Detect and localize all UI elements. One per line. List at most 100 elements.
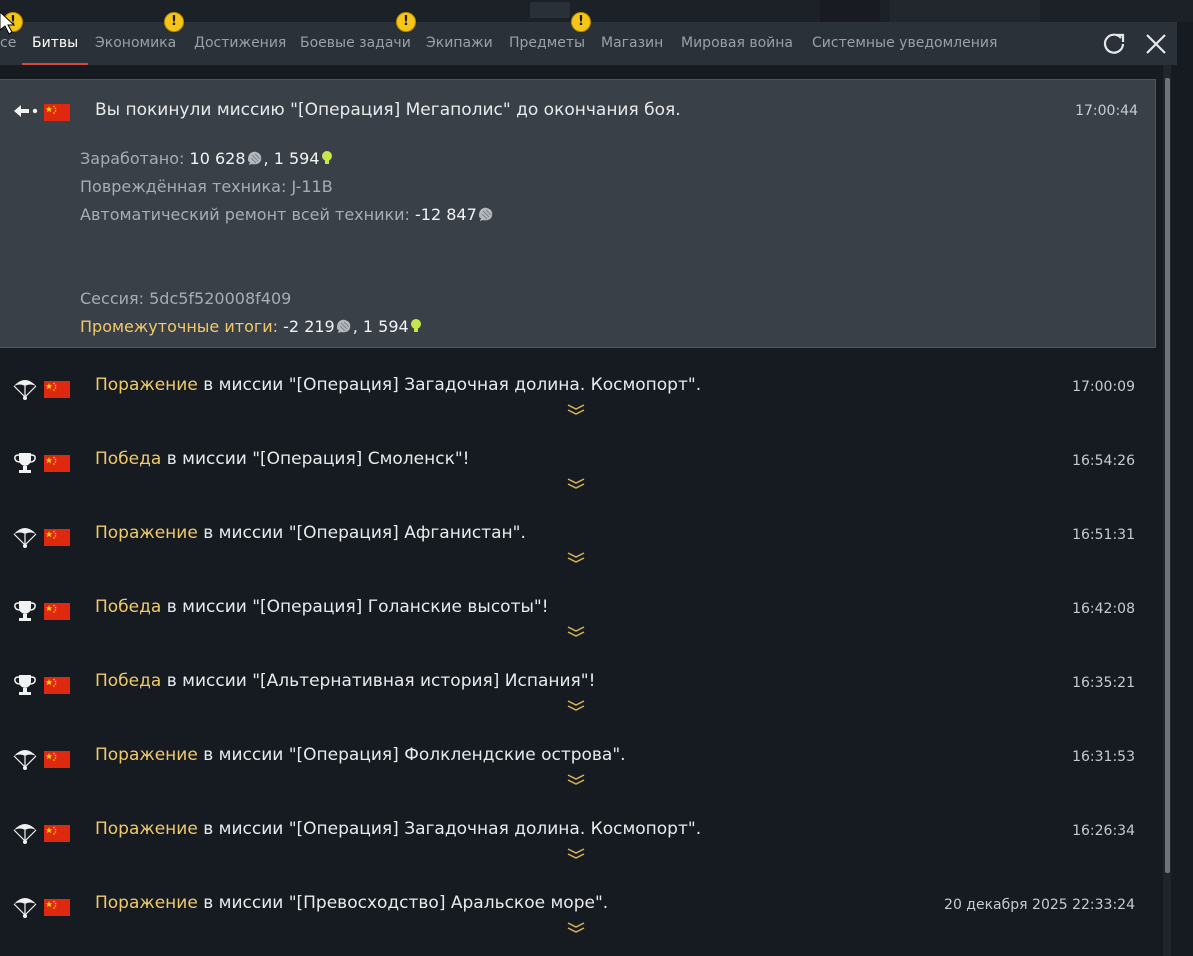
warning-icon: ! [571, 12, 591, 32]
china-flag [44, 104, 70, 121]
silver-lion-icon [247, 151, 261, 165]
battle-entry[interactable]: Поражение в миссии "[Операция] Загадочна… [0, 799, 1160, 873]
tab-economy[interactable]: Экономика ! [95, 12, 184, 65]
mission-text: в миссии "[Операция] Фолклендские остров… [197, 745, 626, 765]
tab-achievements[interactable]: Достижения [194, 22, 286, 65]
tab-label: се [0, 35, 17, 51]
entry-time: 20 декабря 2025 22:33:24 [944, 897, 1135, 913]
leave-arrow-icon [14, 105, 38, 117]
parachute-icon [13, 750, 37, 770]
tab-world-war[interactable]: Мировая война [681, 22, 793, 65]
battle-entry[interactable]: Поражение в миссии "[Превосходство] Арал… [0, 873, 1160, 947]
china-flag [44, 825, 70, 842]
tab-battle-tasks[interactable]: Боевые задачи ! [300, 12, 416, 65]
warning-icon: ! [396, 12, 416, 32]
entry-time: 16:42:08 [1072, 601, 1135, 617]
subtotal-label: Промежуточные итоги: [80, 317, 284, 336]
earned-separator: , [263, 149, 274, 168]
entry-time: 16:31:53 [1072, 749, 1135, 765]
entry-time: 17:00:09 [1072, 379, 1135, 395]
result-label: Победа [95, 671, 162, 691]
damaged-line: Повреждённая техника: J-11B [80, 177, 333, 196]
subtotal-line: Промежуточные итоги: -2 219, 1 594 [80, 317, 423, 336]
tab-crews[interactable]: Экипажи [426, 22, 493, 65]
battle-log-list: Вы покинули миссию "[Операция] Мегаполис… [0, 65, 1163, 956]
earned-label: Заработано: [80, 149, 190, 168]
tab-label: Экономика [95, 35, 177, 51]
china-flag [44, 751, 70, 768]
tab-system-notifications[interactable]: Системные уведомления [812, 22, 997, 65]
entry-time: 16:26:34 [1072, 823, 1135, 839]
battle-entry[interactable]: Поражение в миссии "[Операция] Загадочна… [0, 355, 1160, 429]
background-element [820, 0, 880, 22]
mission-text: в миссии "[Операция] Загадочная долина. … [197, 375, 702, 395]
expand-chevron-icon[interactable] [566, 477, 586, 489]
expanded-battle-entry[interactable]: Вы покинули миссию "[Операция] Мегаполис… [0, 79, 1156, 348]
earned-silver: 10 628 [189, 149, 246, 168]
tab-battles[interactable]: Битвы [22, 22, 89, 65]
result-label: Поражение [95, 375, 198, 395]
china-flag [44, 603, 70, 620]
repair-line: Автоматический ремонт всей техники: -12 … [80, 205, 495, 224]
entry-title: Поражение в миссии "[Превосходство] Арал… [95, 893, 608, 913]
silver-lion-icon [478, 207, 493, 221]
tab-label: Магазин [601, 35, 664, 51]
battle-entry[interactable]: Победа в миссии "[Операция] Смоленск"! 1… [0, 429, 1160, 503]
research-bulb-icon [321, 151, 332, 164]
result-label: Победа [95, 449, 162, 469]
earned-line: Заработано: 10 628, 1 594 [80, 149, 334, 168]
parachute-icon [13, 898, 37, 918]
battle-entry[interactable]: Поражение в миссии "[Операция] Афганиста… [0, 503, 1160, 577]
entry-title: Поражение в миссии "[Операция] Афганиста… [95, 523, 526, 543]
result-label: Поражение [95, 893, 198, 913]
close-icon [1146, 34, 1166, 54]
damaged-label: Повреждённая техника: [80, 177, 292, 196]
mission-text: в миссии "[Операция] Смоленск"! [161, 449, 470, 469]
expand-chevron-icon[interactable] [566, 773, 586, 785]
result-label: Поражение [95, 523, 198, 543]
result-label: Поражение [95, 745, 198, 765]
trophy-icon [14, 453, 36, 473]
mouse-cursor-icon [0, 12, 16, 35]
china-flag [44, 677, 70, 694]
china-flag [44, 899, 70, 916]
china-flag [44, 529, 70, 546]
tab-items[interactable]: Предметы ! [509, 12, 591, 65]
tab-label: Системные уведомления [812, 35, 998, 51]
parachute-icon [13, 380, 37, 400]
session-label: Сессия: [80, 289, 150, 308]
tab-label: Боевые задачи [300, 35, 411, 51]
china-flag [44, 455, 70, 472]
background-element [530, 2, 570, 18]
scrollbar-thumb[interactable] [1165, 78, 1170, 873]
expand-chevron-icon[interactable] [566, 551, 586, 563]
subtotal-silver: -2 219 [283, 317, 335, 336]
refresh-button[interactable] [1099, 29, 1129, 59]
subtotal-separator: , [352, 317, 363, 336]
refresh-icon [1103, 33, 1125, 54]
subtotal-rp: 1 594 [362, 317, 409, 336]
expand-chevron-icon[interactable] [566, 625, 586, 637]
trophy-icon [14, 675, 36, 695]
entry-title: Победа в миссии "[Альтернативная история… [95, 671, 595, 691]
result-label: Поражение [95, 819, 198, 839]
parachute-icon [13, 528, 37, 548]
battle-entry[interactable]: Победа в миссии "[Альтернативная история… [0, 651, 1160, 725]
result-label: Победа [95, 597, 162, 617]
expand-chevron-icon[interactable] [566, 403, 586, 415]
tab-label: Экипажи [426, 35, 493, 51]
china-flag [44, 381, 70, 398]
tab-store[interactable]: Магазин [601, 22, 663, 65]
research-bulb-icon [410, 319, 421, 332]
entry-time: 17:00:44 [1075, 103, 1138, 119]
mission-text: в миссии "[Альтернативная история] Испан… [161, 671, 596, 691]
entry-time: 16:54:26 [1072, 453, 1135, 469]
silver-lion-icon [336, 319, 350, 333]
expand-chevron-icon[interactable] [566, 921, 586, 933]
tab-label: Битвы [32, 35, 79, 51]
expand-chevron-icon[interactable] [566, 847, 586, 859]
battle-entry[interactable]: Поражение в миссии "[Операция] Фолклендс… [0, 725, 1160, 799]
battle-entry[interactable]: Победа в миссии "[Операция] Голанские вы… [0, 577, 1160, 651]
close-button[interactable] [1141, 29, 1171, 59]
expand-chevron-icon[interactable] [566, 699, 586, 711]
